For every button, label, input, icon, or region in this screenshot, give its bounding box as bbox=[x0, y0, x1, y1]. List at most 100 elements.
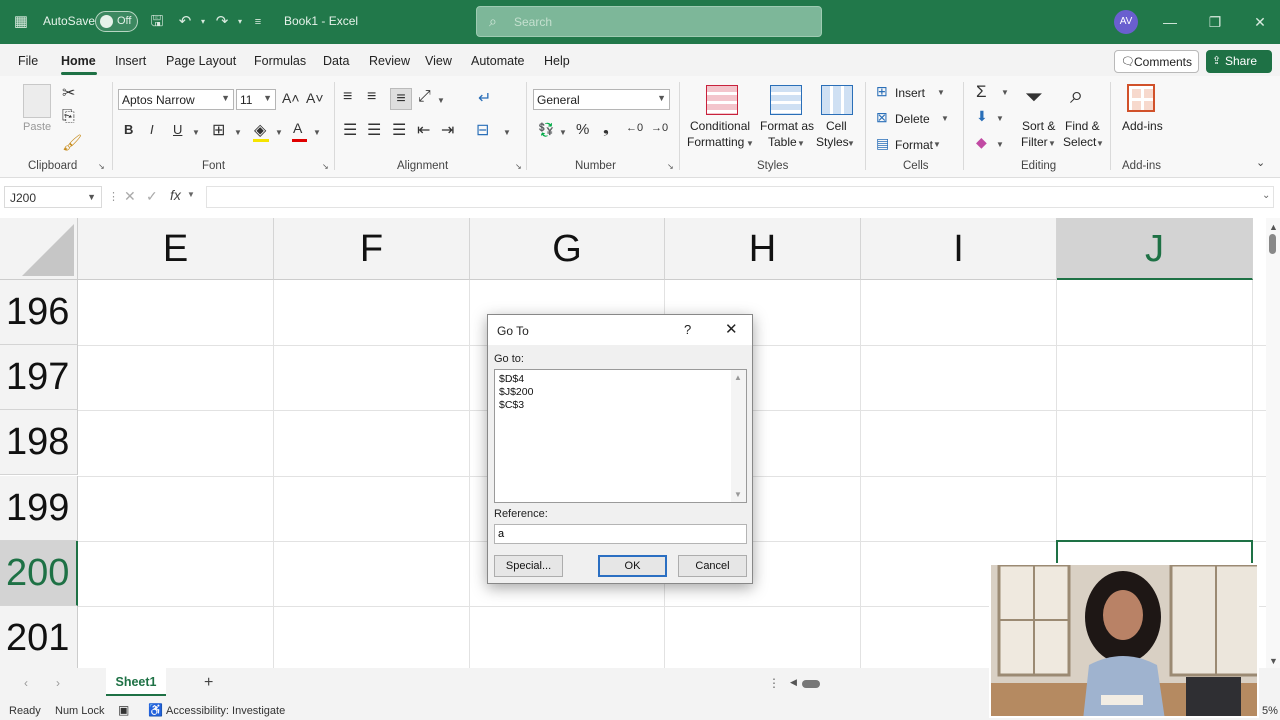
copy-icon[interactable]: ⎘ bbox=[62, 108, 75, 126]
cell-styles-icon[interactable] bbox=[821, 85, 853, 115]
fill-color-icon[interactable]: ◈ bbox=[254, 120, 266, 140]
font-launcher-icon[interactable]: ↘ bbox=[322, 162, 329, 171]
scroll-down-icon[interactable]: ▼ bbox=[734, 490, 742, 499]
next-sheet-icon[interactable]: › bbox=[56, 676, 60, 690]
align-top-icon[interactable]: ≡ bbox=[343, 88, 352, 106]
save-icon[interactable]: 🖫 bbox=[147, 12, 167, 32]
sort-filter-label-2[interactable]: Filter bbox=[1021, 135, 1048, 149]
accessibility-icon[interactable]: ♿ bbox=[148, 703, 163, 717]
redo-icon[interactable]: ↷ bbox=[212, 12, 232, 32]
sort-filter-label-1[interactable]: Sort & bbox=[1022, 119, 1055, 133]
scroll-up-icon[interactable]: ▲ bbox=[734, 373, 742, 382]
chevron-down-icon[interactable]: ▼ bbox=[275, 128, 283, 137]
insert-cells-label[interactable]: Insert bbox=[895, 86, 925, 100]
column-header-e[interactable]: E bbox=[78, 218, 274, 280]
sheet-tab-sheet1[interactable]: Sheet1 bbox=[106, 668, 166, 696]
conditional-formatting-label-2[interactable]: Formatting bbox=[687, 135, 744, 149]
tab-review[interactable]: Review bbox=[369, 54, 410, 68]
sheet-bar-splitter-icon[interactable]: ⋮ bbox=[768, 676, 780, 690]
autosum-icon[interactable]: Σ bbox=[976, 82, 987, 102]
expand-formula-bar-icon[interactable]: ⌄ bbox=[1262, 190, 1270, 201]
increase-indent-icon[interactable]: ⇥ bbox=[441, 120, 454, 140]
vertical-scrollbar[interactable]: ▲ ▼ bbox=[1266, 218, 1280, 668]
column-header-f[interactable]: F bbox=[274, 218, 470, 280]
scroll-down-icon[interactable]: ▼ bbox=[1269, 656, 1278, 666]
chevron-down-icon[interactable]: ▼ bbox=[847, 139, 855, 148]
select-all-corner[interactable] bbox=[0, 218, 78, 280]
chevron-down-icon[interactable]: ▼ bbox=[746, 139, 754, 148]
list-scrollbar[interactable]: ▲ ▼ bbox=[731, 370, 746, 502]
search-box[interactable]: ⌕ Search bbox=[476, 6, 822, 37]
cell-styles-label-2[interactable]: Styles bbox=[816, 135, 849, 149]
format-as-table-icon[interactable] bbox=[770, 85, 802, 115]
chevron-down-icon[interactable]: ▼ bbox=[1048, 139, 1056, 148]
chevron-down-icon[interactable]: ▼ bbox=[192, 128, 200, 137]
paste-icon[interactable] bbox=[23, 84, 51, 118]
font-family-select[interactable]: Aptos Narrow ▼ bbox=[118, 89, 234, 110]
horizontal-scroll-thumb[interactable] bbox=[802, 680, 820, 688]
tab-formulas[interactable]: Formulas bbox=[254, 54, 306, 68]
align-bottom-icon[interactable]: ≡ bbox=[390, 88, 412, 110]
redo-dropdown-icon[interactable]: ▾ bbox=[230, 12, 250, 32]
row-header-199[interactable]: 199 bbox=[0, 476, 78, 541]
tab-view[interactable]: View bbox=[425, 54, 452, 68]
align-middle-icon[interactable]: ≡ bbox=[367, 88, 376, 106]
chevron-down-icon[interactable]: ▼ bbox=[996, 140, 1004, 149]
increase-decimal-icon[interactable]: ←0 bbox=[626, 122, 643, 134]
conditional-formatting-label-1[interactable]: Conditional bbox=[690, 119, 750, 133]
macro-recording-icon[interactable]: ▣ bbox=[118, 703, 129, 717]
scroll-left-icon[interactable]: ◀ bbox=[790, 677, 797, 688]
font-color-icon[interactable]: A bbox=[293, 120, 302, 136]
ok-button[interactable]: OK bbox=[598, 555, 667, 577]
customize-toolbar-icon[interactable]: ≡ bbox=[248, 12, 268, 32]
list-item[interactable]: $C$3 bbox=[499, 399, 524, 411]
row-header-201[interactable]: 201 bbox=[0, 606, 78, 668]
chevron-down-icon[interactable]: ▼ bbox=[559, 128, 567, 137]
orientation-icon[interactable]: ⤢ bbox=[418, 88, 431, 106]
chevron-down-icon[interactable]: ▼ bbox=[1001, 88, 1009, 97]
decrease-indent-icon[interactable]: ⇤ bbox=[417, 120, 430, 140]
cell-styles-label-1[interactable]: Cell bbox=[826, 119, 847, 133]
close-window-icon[interactable]: ✕ bbox=[1250, 12, 1270, 32]
number-launcher-icon[interactable]: ↘ bbox=[667, 162, 674, 171]
alignment-launcher-icon[interactable]: ↘ bbox=[515, 162, 522, 171]
share-button[interactable]: ⇪ Share bbox=[1206, 50, 1272, 73]
chevron-down-icon[interactable]: ▼ bbox=[933, 140, 941, 149]
cancel-button[interactable]: Cancel bbox=[678, 555, 747, 577]
name-box[interactable]: J200 ▼ bbox=[4, 186, 102, 208]
previous-sheet-icon[interactable]: ‹ bbox=[24, 676, 28, 690]
column-header-i[interactable]: I bbox=[861, 218, 1057, 280]
restore-icon[interactable]: ❐ bbox=[1205, 12, 1225, 32]
fill-icon[interactable]: ⬇ bbox=[976, 108, 988, 125]
chevron-down-icon[interactable]: ▼ bbox=[1096, 139, 1104, 148]
row-header-197[interactable]: 197 bbox=[0, 345, 78, 410]
formula-input[interactable] bbox=[206, 186, 1274, 208]
tab-help[interactable]: Help bbox=[544, 54, 570, 68]
close-icon[interactable]: ✕ bbox=[725, 320, 738, 338]
tab-page-layout[interactable]: Page Layout bbox=[166, 54, 236, 68]
delete-cells-icon[interactable]: ⊠ bbox=[876, 109, 888, 126]
clipboard-launcher-icon[interactable]: ↘ bbox=[98, 162, 105, 171]
goto-list[interactable]: $D$4 $J$200 $C$3 ▲ ▼ bbox=[494, 369, 747, 503]
reference-input[interactable] bbox=[494, 524, 747, 544]
special-button[interactable]: Special... bbox=[494, 555, 563, 577]
tab-automate[interactable]: Automate bbox=[471, 54, 525, 68]
align-center-icon[interactable]: ☰ bbox=[367, 120, 381, 140]
minimize-icon[interactable]: — bbox=[1160, 12, 1180, 32]
bold-icon[interactable]: B bbox=[124, 122, 133, 137]
row-header-196[interactable]: 196 bbox=[0, 280, 78, 345]
tab-file[interactable]: File bbox=[18, 54, 38, 68]
list-item[interactable]: $J$200 bbox=[499, 386, 533, 398]
align-left-icon[interactable]: ☰ bbox=[343, 120, 357, 140]
column-header-g[interactable]: G bbox=[470, 218, 665, 280]
insert-cells-icon[interactable]: ⊞ bbox=[876, 83, 888, 100]
chevron-down-icon[interactable]: ▼ bbox=[437, 96, 445, 105]
format-as-table-label-2[interactable]: Table bbox=[768, 135, 797, 149]
row-header-200[interactable]: 200 bbox=[0, 541, 78, 606]
increase-font-icon[interactable]: A˄ bbox=[282, 90, 300, 106]
delete-cells-label[interactable]: Delete bbox=[895, 112, 930, 126]
sort-filter-icon[interactable]: ⏷ bbox=[1025, 84, 1043, 110]
wrap-text-icon[interactable]: ↵ bbox=[478, 88, 491, 108]
tab-insert[interactable]: Insert bbox=[115, 54, 146, 68]
decrease-font-icon[interactable]: A˅ bbox=[306, 90, 324, 106]
